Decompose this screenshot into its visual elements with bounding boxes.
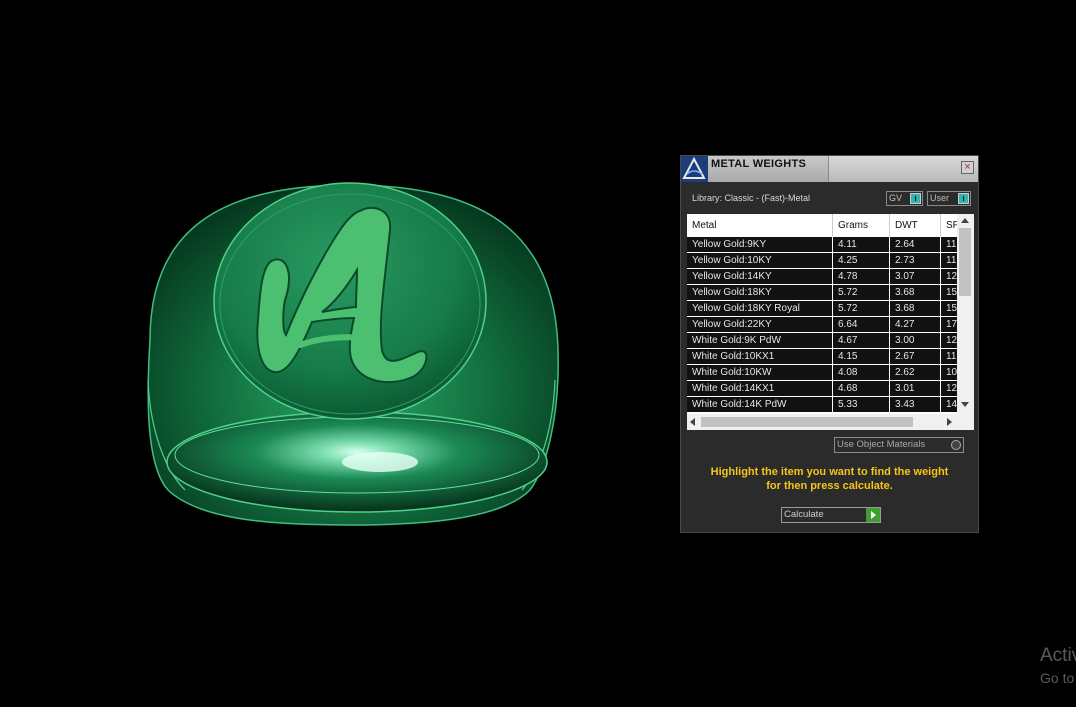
instruction-line-2: for then press calculate. [766, 480, 893, 492]
sp-cell: 14 [946, 399, 957, 410]
sp-cell: 15 [946, 287, 957, 298]
table-row[interactable]: White Gold:14KX1 4.68 3.01 12 [687, 381, 957, 396]
panel-title: METAL WEIGHTS [711, 158, 807, 170]
scroll-left-icon[interactable] [690, 418, 695, 426]
toggle-knob-icon [958, 193, 969, 204]
table-row[interactable]: Yellow Gold:18KY Royal 5.72 3.68 15 [687, 301, 957, 316]
grams-cell: 5.72 [833, 301, 890, 316]
user-toggle[interactable]: User [927, 191, 971, 206]
metal-cell: White Gold:10KX1 [687, 349, 833, 364]
metal-cell: White Gold:14KX1 [687, 381, 833, 396]
dwt-cell: 3.01 [890, 381, 941, 396]
table-row[interactable]: Yellow Gold:9KY 4.11 2.64 11 [687, 237, 957, 252]
dwt-cell: 2.64 [890, 237, 941, 252]
use-object-materials-option[interactable]: Use Object Materials [834, 437, 964, 453]
instruction-text: Highlight the item you want to find the … [691, 465, 968, 493]
column-header-sp[interactable]: SP [941, 214, 957, 237]
sp-cell: 12 [946, 335, 957, 346]
grams-cell: 4.68 [833, 381, 890, 396]
dwt-cell: 3.43 [890, 397, 941, 412]
grams-cell: 5.33 [833, 397, 890, 412]
panel-titlebar[interactable]: METAL WEIGHTS × [681, 156, 978, 182]
grams-cell: 4.08 [833, 365, 890, 380]
sp-cell: 12 [946, 271, 957, 282]
dwt-cell: 2.67 [890, 349, 941, 364]
grams-cell: 4.25 [833, 253, 890, 268]
metal-cell: Yellow Gold:14KY [687, 269, 833, 284]
grams-cell: 4.78 [833, 269, 890, 284]
radio-icon[interactable] [951, 440, 961, 450]
close-button[interactable]: × [961, 161, 974, 174]
play-arrow-icon[interactable] [866, 508, 880, 522]
use-object-materials-label: Use Object Materials [837, 439, 926, 450]
grams-cell: 4.67 [833, 333, 890, 348]
dwt-cell: 4.27 [890, 317, 941, 332]
table-body: Yellow Gold:9KY 4.11 2.64 11 Yellow Gold:10K… [687, 237, 957, 413]
grams-cell: 4.11 [833, 237, 890, 252]
app-logo-icon [681, 156, 708, 182]
dwt-cell: 2.62 [890, 365, 941, 380]
table-row[interactable]: White Gold:10KX1 4.15 2.67 11 [687, 349, 957, 364]
dwt-cell: 2.73 [890, 253, 941, 268]
scroll-down-icon[interactable] [961, 402, 969, 407]
dwt-cell: 3.68 [890, 285, 941, 300]
vertical-scrollbar[interactable] [957, 214, 974, 414]
gv-toggle-label: GV [889, 193, 903, 203]
toggle-knob-icon [910, 193, 921, 204]
grams-cell: 4.15 [833, 349, 890, 364]
column-header-grams[interactable]: Grams [833, 214, 890, 237]
scroll-right-icon[interactable] [947, 418, 952, 426]
table-row[interactable]: White Gold:10KW 4.08 2.62 10 [687, 365, 957, 380]
metal-cell: Yellow Gold:22KY [687, 317, 833, 332]
sp-cell: 11 [946, 351, 957, 362]
instruction-line-1: Highlight the item you want to find the … [710, 466, 949, 478]
sp-cell: 12 [946, 383, 957, 394]
dwt-cell: 3.00 [890, 333, 941, 348]
horizontal-scroll-thumb[interactable] [701, 417, 913, 427]
activation-watermark-sub: Go to [1040, 670, 1075, 686]
table-row[interactable]: Yellow Gold:18KY 5.72 3.68 15 [687, 285, 957, 300]
grams-cell: 6.64 [833, 317, 890, 332]
metal-cell: White Gold:14K PdW [687, 397, 833, 412]
user-toggle-label: User [930, 193, 950, 203]
calculate-label: Calculate [784, 509, 824, 520]
metal-table: Metal Grams DWT SP Yellow Gold:9KY 4.11 2.… [687, 214, 974, 430]
table-row[interactable]: Yellow Gold:22KY 6.64 4.27 17 [687, 317, 957, 332]
table-row[interactable]: White Gold:14K PdW 5.33 3.43 14 [687, 397, 957, 412]
close-icon: × [964, 161, 971, 173]
sp-cell: 10 [946, 367, 957, 378]
gv-toggle[interactable]: GV [886, 191, 923, 206]
column-header-metal[interactable]: Metal [687, 214, 833, 237]
sp-cell: 11 [946, 239, 957, 250]
table-row[interactable]: Yellow Gold:14KY 4.78 3.07 12 [687, 269, 957, 284]
calculate-button[interactable]: Calculate [781, 507, 881, 523]
metal-cell: Yellow Gold:10KY [687, 253, 833, 268]
activation-watermark: Activ [1040, 645, 1076, 666]
horizontal-scrollbar[interactable] [687, 414, 974, 430]
table-row[interactable]: White Gold:9K PdW 4.67 3.00 12 [687, 333, 957, 348]
scroll-up-icon[interactable] [961, 218, 969, 223]
sp-cell: 11 [946, 255, 957, 266]
metal-cell: Yellow Gold:18KY Royal [687, 301, 833, 316]
metal-cell: White Gold:9K PdW [687, 333, 833, 348]
vertical-scroll-thumb[interactable] [959, 228, 971, 296]
grams-cell: 5.72 [833, 285, 890, 300]
metal-weights-panel: METAL WEIGHTS × Library: Classic - (Fast… [680, 155, 979, 533]
table-header: Metal Grams DWT SP [687, 214, 957, 237]
table-row[interactable]: Yellow Gold:10KY 4.25 2.73 11 [687, 253, 957, 268]
library-label: Library: Classic - (Fast)-Metal [692, 193, 811, 203]
dwt-cell: 3.07 [890, 269, 941, 284]
column-header-dwt[interactable]: DWT [890, 214, 941, 237]
sp-cell: 17 [946, 319, 957, 330]
metal-cell: White Gold:10KW [687, 365, 833, 380]
metal-cell: Yellow Gold:18KY [687, 285, 833, 300]
metal-cell: Yellow Gold:9KY [687, 237, 833, 252]
dwt-cell: 3.68 [890, 301, 941, 316]
sp-cell: 15 [946, 303, 957, 314]
